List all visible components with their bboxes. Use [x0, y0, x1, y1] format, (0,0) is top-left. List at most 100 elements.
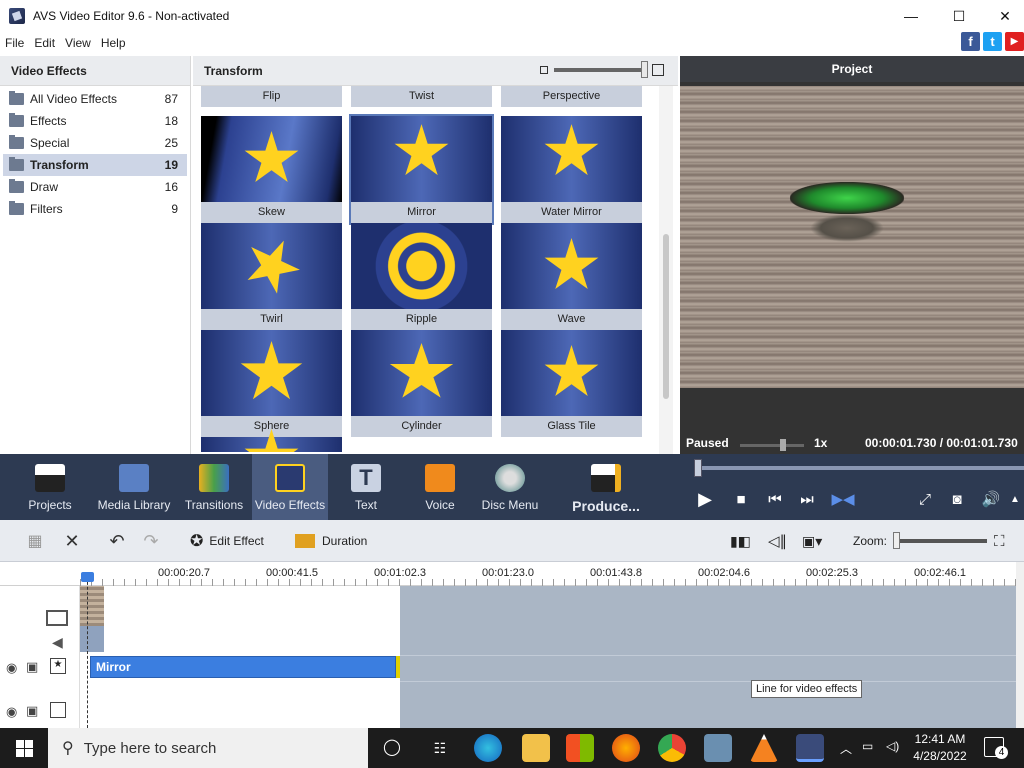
lock-icon[interactable]: ▣: [26, 703, 38, 719]
seek-thumb[interactable]: [694, 459, 702, 477]
file-explorer-icon[interactable]: [522, 734, 550, 762]
volume-slider[interactable]: [740, 439, 804, 451]
category-item-selected[interactable]: Transform 19: [3, 154, 187, 176]
fit-timeline-icon[interactable]: ⛶: [994, 528, 1005, 554]
visibility-eye-icon[interactable]: ◉: [6, 704, 17, 720]
play-icon[interactable]: ▶: [696, 489, 714, 509]
panel-title: Video Effects: [0, 56, 190, 86]
start-button[interactable]: [0, 728, 48, 768]
effect-tile[interactable]: [201, 429, 342, 452]
volume-icon[interactable]: 🔊: [982, 490, 1001, 508]
youtube-icon[interactable]: ▶: [1005, 32, 1024, 51]
taskbar-clock[interactable]: 12:41 AM 4/28/2022: [910, 731, 970, 765]
windows-taskbar: ⚲ Type here to search ◯ ☷ ︿ ▭ ◁) 12:41 AM…: [0, 728, 1024, 768]
next-frame-icon[interactable]: ⏭: [798, 490, 816, 508]
voice-button[interactable]: Voice: [418, 454, 462, 520]
twitter-icon[interactable]: t: [983, 32, 1002, 51]
tray-chevron-icon[interactable]: ︿: [840, 740, 852, 757]
effect-tile[interactable]: Ripple: [351, 223, 492, 330]
effect-tile[interactable]: Glass Tile: [501, 330, 642, 437]
facebook-icon[interactable]: f: [961, 32, 980, 51]
menu-file[interactable]: File: [0, 36, 29, 50]
media-library-button[interactable]: Media Library: [94, 454, 174, 520]
gallery-scrollbar[interactable]: [659, 86, 673, 454]
widgets-icon[interactable]: ☷: [426, 734, 454, 762]
disc-menu-button[interactable]: Disc Menu: [480, 454, 540, 520]
redo-icon[interactable]: ↷: [138, 528, 164, 554]
small-thumbnails-icon[interactable]: [540, 66, 548, 74]
previous-frame-icon[interactable]: ⏮: [766, 490, 784, 508]
vlc-icon[interactable]: [750, 734, 778, 762]
star-film-icon: [275, 464, 305, 492]
lock-icon[interactable]: ▣: [26, 659, 38, 675]
firefox-icon[interactable]: [612, 734, 640, 762]
fullscreen-icon[interactable]: ⤢: [916, 490, 934, 508]
playhead-handle[interactable]: [81, 572, 94, 582]
duration-button[interactable]: Duration: [295, 528, 367, 554]
category-item[interactable]: Effects 18: [3, 110, 187, 132]
playback-speed[interactable]: 1x: [814, 436, 827, 450]
effect-tile[interactable]: Flip: [201, 86, 342, 107]
chrome-icon[interactable]: [658, 734, 686, 762]
menu-edit[interactable]: Edit: [29, 36, 60, 50]
storyboard-icon[interactable]: ▦: [22, 528, 48, 554]
task-view-icon[interactable]: ◯: [378, 734, 406, 762]
effect-tile[interactable]: Wave: [501, 223, 642, 330]
timeline-ruler[interactable]: 00:00:20.7 00:00:41.5 00:01:02.3 00:01:2…: [0, 562, 1024, 586]
thumbnail-size-slider[interactable]: [554, 61, 648, 78]
projects-button[interactable]: Projects: [20, 454, 80, 520]
produce-button[interactable]: Produce...: [568, 454, 644, 520]
snapshot-icon[interactable]: ◙: [948, 490, 966, 508]
undo-icon[interactable]: ↶: [104, 528, 130, 554]
menu-help[interactable]: Help: [96, 36, 131, 50]
minimize-button[interactable]: —: [888, 0, 934, 32]
effect-clip[interactable]: Mirror: [90, 656, 396, 678]
slider-thumb[interactable]: [641, 61, 648, 78]
display-mode-icon[interactable]: ▣▾: [802, 528, 822, 554]
split-icon[interactable]: ▶◀: [831, 490, 854, 508]
video-effects-button[interactable]: Video Effects: [252, 454, 328, 520]
edge-browser-icon[interactable]: [474, 734, 502, 762]
notifications-icon[interactable]: 4: [984, 737, 1008, 759]
edit-effect-button[interactable]: ✪ Edit Effect: [190, 528, 264, 554]
category-item[interactable]: All Video Effects 87: [3, 88, 187, 110]
network-icon[interactable]: ▭: [862, 739, 873, 753]
timeline-zoom-slider[interactable]: [893, 532, 987, 549]
category-item[interactable]: Special 25: [3, 132, 187, 154]
large-thumbnails-icon[interactable]: [652, 64, 664, 76]
stop-icon[interactable]: ■: [732, 490, 750, 508]
effect-tile[interactable]: Cylinder: [351, 330, 492, 437]
effect-tile-selected[interactable]: Mirror: [349, 114, 494, 225]
slider-thumb[interactable]: [893, 532, 900, 549]
effect-clip-handle[interactable]: [396, 656, 400, 678]
menu-view[interactable]: View: [60, 36, 96, 50]
seek-bar[interactable]: [694, 459, 1024, 477]
effect-tile[interactable]: Water Mirror: [501, 116, 642, 223]
timeline-scrollbar[interactable]: [1016, 562, 1024, 728]
store-icon[interactable]: [566, 734, 594, 762]
volume-tray-icon[interactable]: ◁): [886, 739, 899, 753]
effect-tile[interactable]: Perspective: [501, 86, 642, 107]
video-clip[interactable]: [80, 586, 104, 652]
effect-tile[interactable]: Skew: [201, 116, 342, 223]
effect-tile[interactable]: Sphere: [201, 330, 342, 437]
app-icon[interactable]: [704, 734, 732, 762]
delete-icon[interactable]: ✕: [60, 528, 84, 554]
track-area[interactable]: Mirror: [80, 586, 1016, 728]
avs-video-editor-taskbar-icon[interactable]: [796, 734, 824, 762]
maximize-button[interactable]: ☐: [936, 0, 982, 32]
split-clip-icon[interactable]: ▮◧: [730, 528, 751, 554]
category-item[interactable]: Draw 16: [3, 176, 187, 198]
visibility-eye-icon[interactable]: ◉: [6, 660, 17, 676]
effect-tile[interactable]: Twist: [351, 86, 492, 107]
text-button[interactable]: T Text: [344, 454, 388, 520]
expand-icon[interactable]: ▲: [1006, 490, 1024, 508]
category-item[interactable]: Filters 9: [3, 198, 187, 220]
close-button[interactable]: ✕: [982, 0, 1024, 32]
video-preview[interactable]: [680, 86, 1024, 388]
taskbar-search[interactable]: ⚲ Type here to search: [48, 728, 368, 768]
transitions-button[interactable]: Transitions: [180, 454, 248, 520]
effect-tile[interactable]: Twirl: [201, 223, 342, 330]
ruler-label: 00:00:41.5: [266, 567, 318, 579]
audio-mixer-icon[interactable]: ◁∥: [768, 528, 787, 554]
